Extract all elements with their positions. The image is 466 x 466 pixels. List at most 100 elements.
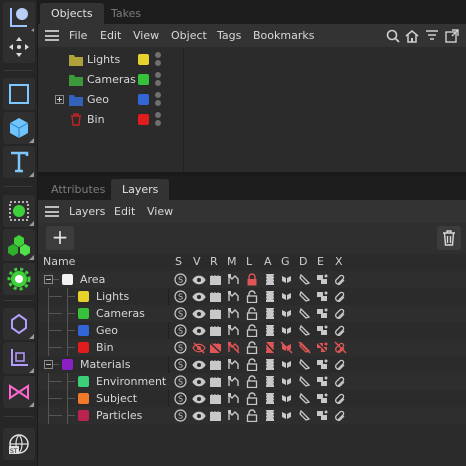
- xrefs-toggle-icon[interactable]: [333, 340, 348, 355]
- render-toggle-icon[interactable]: [208, 408, 223, 423]
- spline-tool-button[interactable]: [3, 376, 35, 408]
- deformers-toggle-icon[interactable]: [297, 306, 312, 321]
- layer-row-area[interactable]: Area S: [38, 271, 466, 288]
- layer-name[interactable]: Lights: [96, 290, 129, 303]
- generators-toggle-icon[interactable]: [279, 374, 294, 389]
- null-object-tool-button[interactable]: [3, 2, 35, 34]
- layer-row-environment[interactable]: Environment S: [38, 373, 466, 390]
- text-tool-button[interactable]: [3, 146, 35, 178]
- move-tool-button[interactable]: [3, 31, 35, 63]
- generators-toggle-icon[interactable]: [279, 323, 294, 338]
- object-row-geo[interactable]: Geo: [38, 90, 466, 110]
- deformers-toggle-icon[interactable]: [297, 272, 312, 287]
- menu-layers[interactable]: Layers: [69, 200, 105, 223]
- xrefs-toggle-icon[interactable]: [333, 408, 348, 423]
- layer-color-swatch[interactable]: [78, 291, 89, 302]
- render-toggle-icon[interactable]: [208, 340, 223, 355]
- animation-toggle-icon[interactable]: [262, 408, 277, 423]
- solo-toggle-icon[interactable]: S: [173, 374, 188, 389]
- header-col-v[interactable]: V: [193, 255, 201, 268]
- deformers-toggle-icon[interactable]: [297, 340, 312, 355]
- layer-color-swatch[interactable]: [62, 274, 73, 285]
- layer-color-swatch[interactable]: [62, 359, 73, 370]
- solo-toggle-icon[interactable]: S: [173, 272, 188, 287]
- visible-toggle-icon[interactable]: [191, 408, 206, 423]
- layer-row-materials[interactable]: Materials S: [38, 356, 466, 373]
- header-col-g[interactable]: G: [281, 255, 290, 268]
- manager-toggle-icon[interactable]: [226, 289, 241, 304]
- manager-toggle-icon[interactable]: [226, 408, 241, 423]
- cloner-tool-button[interactable]: [3, 229, 35, 261]
- solo-toggle-icon[interactable]: S: [173, 357, 188, 372]
- render-toggle-icon[interactable]: [208, 374, 223, 389]
- animation-toggle-icon[interactable]: [262, 272, 277, 287]
- visible-toggle-icon[interactable]: [191, 272, 206, 287]
- deformers-toggle-icon[interactable]: [297, 357, 312, 372]
- add-layer-button[interactable]: +: [46, 226, 74, 250]
- solo-toggle-icon[interactable]: S: [173, 323, 188, 338]
- tab-takes[interactable]: Takes: [100, 3, 152, 24]
- menu-edit[interactable]: Edit: [100, 24, 121, 47]
- layer-color-swatch[interactable]: [78, 376, 89, 387]
- visibility-dots[interactable]: [155, 72, 161, 88]
- visible-toggle-icon[interactable]: [191, 374, 206, 389]
- layer-row-bin[interactable]: Bin S: [38, 339, 466, 356]
- render-toggle-icon[interactable]: [208, 357, 223, 372]
- menu-file[interactable]: File: [69, 24, 87, 47]
- object-row-bin[interactable]: Bin: [38, 110, 466, 130]
- layer-name[interactable]: Bin: [96, 341, 114, 354]
- expressions-toggle-icon[interactable]: [315, 306, 330, 321]
- visible-toggle-icon[interactable]: [191, 357, 206, 372]
- cube-tool-button[interactable]: [3, 112, 35, 144]
- layer-color-swatch[interactable]: [78, 325, 89, 336]
- visible-toggle-icon[interactable]: [191, 289, 206, 304]
- header-col-l[interactable]: L: [246, 255, 252, 268]
- manager-toggle-icon[interactable]: [226, 306, 241, 321]
- layer-color-swatch[interactable]: [78, 308, 89, 319]
- rectangle-select-button[interactable]: [3, 78, 35, 110]
- generators-toggle-icon[interactable]: [279, 289, 294, 304]
- visible-toggle-icon[interactable]: [191, 323, 206, 338]
- menu-view[interactable]: View: [147, 200, 173, 223]
- animation-toggle-icon[interactable]: [262, 340, 277, 355]
- axis-tool-button[interactable]: [3, 342, 35, 374]
- locked-toggle-icon[interactable]: [244, 340, 259, 355]
- locked-toggle-icon[interactable]: [244, 272, 259, 287]
- manager-toggle-icon[interactable]: [226, 323, 241, 338]
- header-col-s[interactable]: S: [175, 255, 182, 268]
- locked-toggle-icon[interactable]: [244, 357, 259, 372]
- animation-toggle-icon[interactable]: [262, 289, 277, 304]
- header-col-d[interactable]: D: [299, 255, 307, 268]
- layer-name[interactable]: Area: [80, 273, 105, 286]
- manager-toggle-icon[interactable]: [226, 272, 241, 287]
- collapse-toggle-icon[interactable]: [44, 275, 53, 284]
- generators-toggle-icon[interactable]: [279, 306, 294, 321]
- layer-name[interactable]: Subject: [96, 392, 137, 405]
- render-toggle-icon[interactable]: [208, 323, 223, 338]
- generators-toggle-icon[interactable]: [279, 391, 294, 406]
- solo-toggle-icon[interactable]: S: [173, 289, 188, 304]
- menu-view[interactable]: View: [133, 24, 159, 47]
- expressions-toggle-icon[interactable]: [315, 323, 330, 338]
- locked-toggle-icon[interactable]: [244, 289, 259, 304]
- visibility-dots[interactable]: [155, 52, 161, 68]
- visible-toggle-icon[interactable]: [191, 340, 206, 355]
- deformers-toggle-icon[interactable]: [297, 289, 312, 304]
- manager-toggle-icon[interactable]: [226, 374, 241, 389]
- header-col-x[interactable]: X: [335, 255, 343, 268]
- tab-layers[interactable]: Layers: [111, 179, 170, 200]
- locked-toggle-icon[interactable]: [244, 306, 259, 321]
- generators-toggle-icon[interactable]: [279, 340, 294, 355]
- deformers-toggle-icon[interactable]: [297, 408, 312, 423]
- expressions-toggle-icon[interactable]: [315, 357, 330, 372]
- hamburger-menu-icon[interactable]: [45, 30, 59, 41]
- xrefs-toggle-icon[interactable]: [333, 374, 348, 389]
- expressions-toggle-icon[interactable]: [315, 272, 330, 287]
- layer-row-particles[interactable]: Particles S: [38, 407, 466, 424]
- layer-name[interactable]: Materials: [80, 358, 130, 371]
- visible-toggle-icon[interactable]: [191, 391, 206, 406]
- menu-edit[interactable]: Edit: [114, 200, 135, 223]
- locked-toggle-icon[interactable]: [244, 408, 259, 423]
- animation-toggle-icon[interactable]: [262, 323, 277, 338]
- render-toggle-icon[interactable]: [208, 289, 223, 304]
